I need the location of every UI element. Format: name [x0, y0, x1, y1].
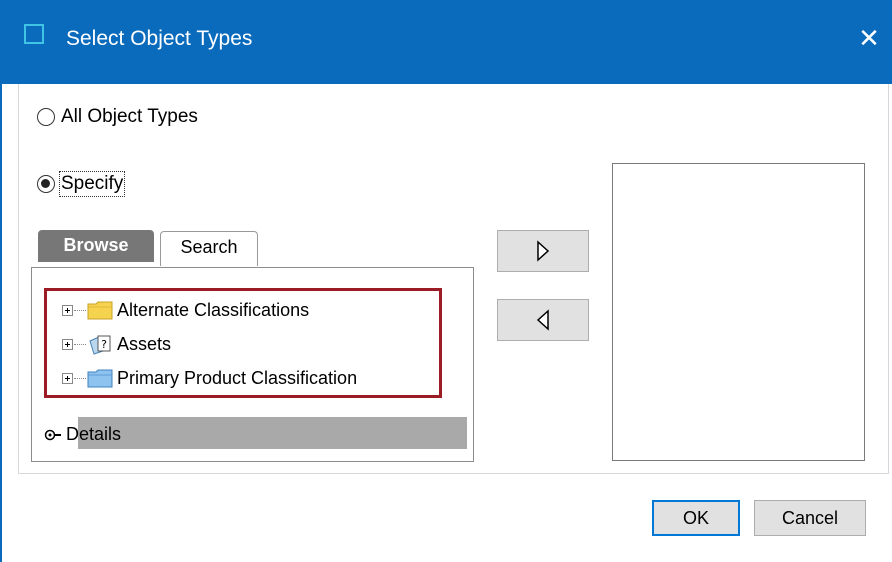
details-toggle[interactable]: Details [44, 424, 121, 445]
specify-option[interactable]: Specify [37, 171, 126, 197]
specify-label: Specify [58, 171, 126, 197]
details-label: Details [66, 424, 122, 444]
expand-icon[interactable] [62, 304, 73, 316]
window-border [0, 84, 2, 562]
ok-button[interactable]: OK [652, 500, 740, 536]
asset-document-icon: ? [89, 335, 111, 355]
close-button[interactable]: ✕ [852, 18, 886, 58]
all-object-types-radio[interactable] [37, 108, 55, 126]
details-pin-icon [44, 429, 61, 440]
tree-item-alternate-classifications[interactable]: Alternate Classifications [62, 297, 309, 323]
title-bar: Select Object Types ✕ [0, 0, 892, 84]
arrow-right-icon [537, 240, 550, 262]
all-object-types-option[interactable]: All Object Types [37, 106, 198, 128]
all-object-types-label: All Object Types [61, 106, 198, 127]
folder-yellow-icon [87, 301, 113, 320]
tree-item-assets[interactable]: ? Assets [62, 331, 171, 357]
selected-types-list[interactable] [612, 163, 865, 461]
specify-radio[interactable] [37, 175, 55, 193]
window-icon [24, 24, 44, 44]
add-selected-button[interactable] [497, 230, 589, 272]
tree-item-label: Alternate Classifications [117, 299, 310, 320]
svg-text:?: ? [101, 338, 107, 351]
expand-icon[interactable] [62, 338, 73, 350]
tab-browse[interactable]: Browse [38, 230, 154, 262]
cancel-button[interactable]: Cancel [754, 500, 866, 536]
tab-search[interactable]: Search [160, 231, 258, 266]
tree-connector [74, 309, 86, 311]
tree-item-primary-product-classification[interactable]: Primary Product Classification [62, 365, 357, 391]
details-bar[interactable] [78, 417, 467, 449]
tree-connector [74, 377, 86, 379]
window-title: Select Object Types [66, 27, 253, 50]
remove-selected-button[interactable] [497, 299, 589, 341]
tree-item-label: Assets [117, 333, 172, 354]
tree-connector [74, 343, 86, 345]
tree-item-label: Primary Product Classification [117, 367, 358, 388]
expand-icon[interactable] [62, 372, 73, 384]
arrow-left-icon [536, 309, 549, 331]
folder-blue-icon [87, 369, 113, 388]
